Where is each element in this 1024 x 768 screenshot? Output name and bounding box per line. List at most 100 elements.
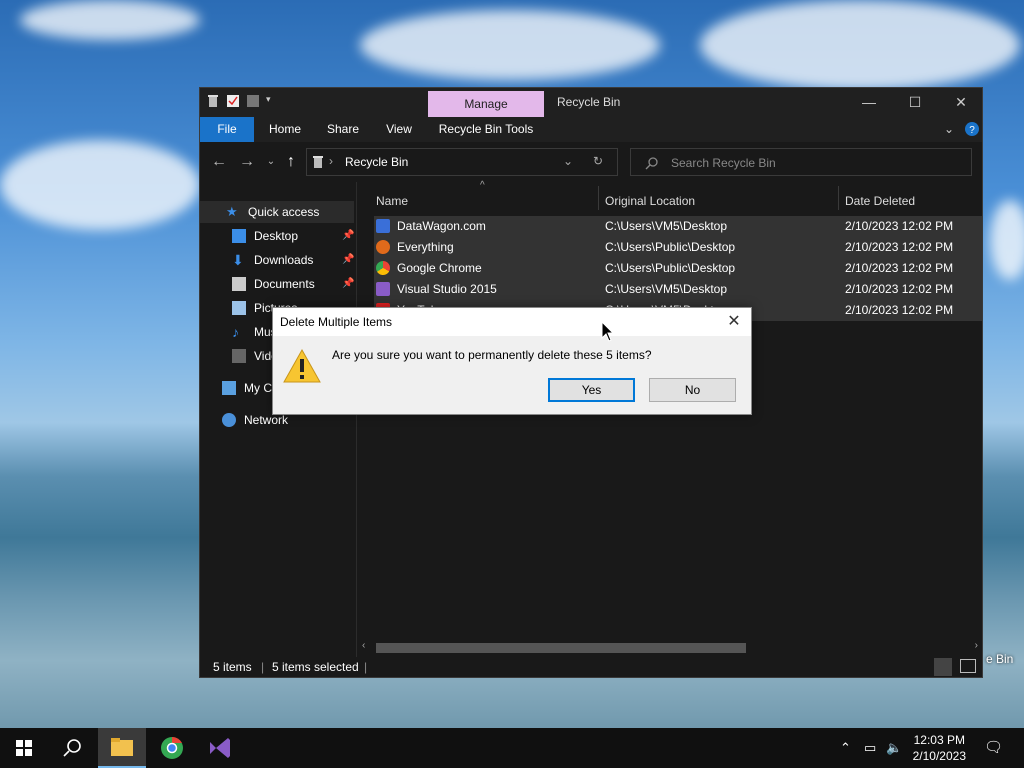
start-button[interactable] [0,728,48,768]
tab-home[interactable]: Home [260,117,310,142]
item-count: 5 items [213,660,252,674]
cloud [700,0,1020,90]
search-button[interactable] [48,728,96,768]
customize-qat-icon[interactable]: ▾ [266,94,280,108]
search-icon [63,739,81,757]
close-icon[interactable]: ✕ [938,88,984,117]
tab-file[interactable]: File [200,117,254,142]
everything-app-icon [376,240,390,254]
status-divider: | [364,660,368,674]
window-title: Recycle Bin [557,95,621,109]
maximize-icon[interactable]: ☐ [892,88,938,117]
music-folder-icon: ♪ [232,324,239,340]
address-dropdown-icon[interactable]: ⌄ [563,154,573,168]
cloud [990,200,1024,280]
documents-folder-icon [232,277,246,291]
horizontal-scrollbar[interactable]: ‹ › [358,639,982,655]
ribbon-expand-icon[interactable]: ⌄ [940,117,958,142]
taskbar-file-explorer[interactable] [98,728,146,768]
tab-share[interactable]: Share [318,117,368,142]
minimize-icon[interactable]: — [846,88,892,117]
volume-icon[interactable]: 🔈 [886,740,902,756]
table-row[interactable]: DataWagon.com C:\Users\VM5\Desktop 2/10/… [374,216,982,237]
pin-icon[interactable]: 📌 [342,225,354,247]
star-icon: ★ [226,204,238,219]
windows-logo-icon [16,740,32,756]
column-header-date-deleted[interactable]: Date Deleted [845,188,915,214]
no-button[interactable]: No [649,378,736,402]
status-bar: 5 items | 5 items selected | [200,657,982,677]
network-status-icon[interactable]: ▭ [864,740,876,756]
file-shortcut-icon [376,219,390,233]
recent-locations-icon[interactable]: ⌄ [260,151,282,173]
pin-icon[interactable]: 📌 [342,249,354,271]
manage-tab[interactable]: Manage [428,91,544,117]
pin-icon[interactable]: 📌 [342,273,354,295]
column-header-original-location[interactable]: Original Location [605,188,695,214]
search-box[interactable]: Search Recycle Bin [630,148,972,176]
address-bar[interactable]: › Recycle Bin ⌄ ↻ [306,148,618,176]
details-view-icon[interactable] [934,658,952,676]
pictures-folder-icon [232,301,246,315]
delete-confirmation-dialog: Delete Multiple Items ✕ Are you sure you… [272,307,752,415]
svg-text:?: ? [969,125,975,136]
network-icon [222,413,236,427]
refresh-icon[interactable]: ↻ [593,154,603,168]
dialog-message: Are you sure you want to permanently del… [332,348,652,362]
download-folder-icon: ⬇ [232,252,244,268]
address-row: ← → ⌄ ↑ › Recycle Bin ⌄ ↻ Search Recycle… [200,142,982,182]
tab-view[interactable]: View [376,117,422,142]
navigation-pane: ★ Quick access Desktop 📌 ⬇ Downloads 📌 D… [200,182,357,657]
table-row[interactable]: Everything C:\Users\Public\Desktop 2/10/… [374,237,982,258]
taskbar-chrome[interactable] [148,728,196,768]
clock-date: 2/10/2023 [912,749,966,763]
mouse-cursor-icon [601,321,615,342]
large-icons-view-icon[interactable] [960,659,976,673]
yes-button[interactable]: Yes [548,378,635,402]
back-arrow-icon[interactable]: ← [208,151,230,173]
cloud [20,0,200,40]
up-arrow-icon[interactable]: ↑ [280,151,302,173]
column-separator[interactable] [838,186,839,210]
column-header-name[interactable]: Name [376,188,408,214]
file-list: ^ Name Original Location Date Deleted Da… [358,180,982,657]
quick-access-toolbar: ▾ [206,94,280,108]
recycle-bin-icon [206,94,220,108]
selected-count: 5 items selected [272,660,359,674]
new-folder-icon[interactable] [246,94,260,108]
sort-ascending-icon: ^ [480,180,485,191]
chrome-icon [376,261,390,275]
computer-icon [222,381,236,395]
desktop-recycle-bin-label[interactable]: e Bin [986,652,1013,666]
properties-icon[interactable] [226,94,240,108]
title-bar: ▾ Manage Recycle Bin — ☐ ✕ [200,88,982,117]
clock[interactable]: 12:03 PM 2/10/2023 [913,732,966,764]
help-icon[interactable]: ? [964,117,980,142]
table-row[interactable]: Google Chrome C:\Users\Public\Desktop 2/… [374,258,982,279]
scroll-left-icon[interactable]: ‹ [362,640,365,651]
chrome-icon [161,736,183,759]
videos-folder-icon [232,349,246,363]
close-icon[interactable]: ✕ [723,311,745,333]
scrollbar-thumb[interactable] [376,643,746,653]
cloud [0,140,200,230]
show-hidden-icons-icon[interactable]: ⌃ [840,740,851,756]
action-center-icon[interactable]: 🗨 [984,738,1003,756]
tab-recycle-bin-tools[interactable]: Recycle Bin Tools [432,117,540,142]
visual-studio-icon [210,738,230,758]
taskbar-visual-studio[interactable] [196,728,244,768]
dialog-title-bar: Delete Multiple Items ✕ [273,308,751,336]
search-icon [645,157,658,170]
cloud [360,10,660,80]
scroll-right-icon[interactable]: › [975,640,978,651]
search-placeholder: Search Recycle Bin [671,156,776,170]
taskbar: ⌃ ▭ 🔈 12:03 PM 2/10/2023 🗨 [0,728,1024,768]
ribbon-tabs: File Home Share View Recycle Bin Tools ⌄… [200,117,982,142]
forward-arrow-icon[interactable]: → [236,151,258,173]
breadcrumb-chevron-icon: › [329,154,333,168]
column-separator[interactable] [598,186,599,210]
table-row[interactable]: Visual Studio 2015 C:\Users\VM5\Desktop … [374,279,982,300]
visual-studio-icon [376,282,390,296]
clock-time: 12:03 PM [913,733,965,747]
dialog-title: Delete Multiple Items [280,315,393,329]
